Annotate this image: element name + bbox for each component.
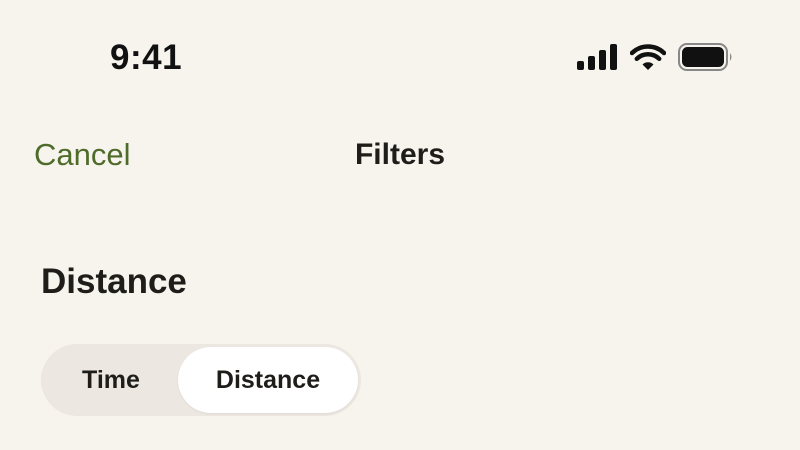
status-time: 9:41 [110,38,183,77]
status-bar: 9:41 [0,0,800,110]
cancel-button[interactable]: Cancel [34,137,131,173]
segment-distance[interactable]: Distance [178,347,358,413]
cellular-signal-icon [577,44,618,70]
sort-segmented-control: Time Distance [41,344,361,416]
wifi-icon [630,43,666,71]
nav-bar: Cancel Filters [0,120,800,190]
segment-time[interactable]: Time [44,347,178,413]
distance-section-title: Distance [41,262,187,301]
status-icons [577,43,734,71]
battery-icon [678,43,734,71]
